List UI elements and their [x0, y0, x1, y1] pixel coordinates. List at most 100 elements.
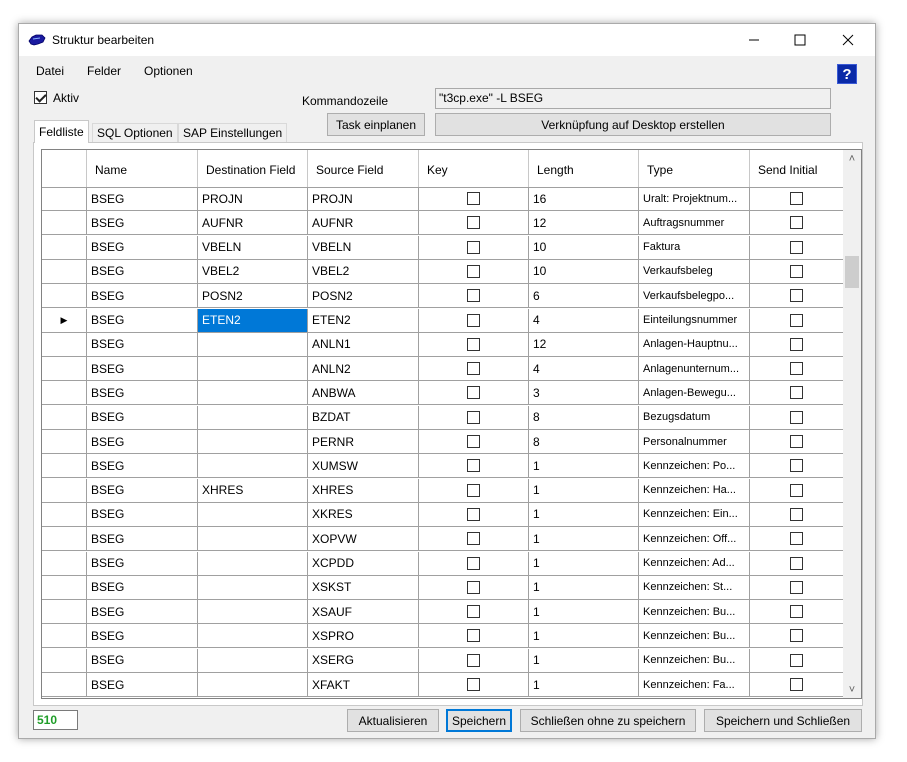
cell-length[interactable]: 6: [529, 284, 639, 308]
header-length[interactable]: Length: [529, 150, 639, 187]
table-row[interactable]: BSEG XSPRO 1 Kennzeichen: Bu...: [42, 624, 843, 649]
row-header[interactable]: [42, 673, 87, 696]
key-checkbox[interactable]: [467, 459, 480, 473]
tab-sql-optionen[interactable]: SQL Optionen: [92, 123, 178, 142]
cell-source-field[interactable]: XCPDD: [308, 551, 419, 575]
cell-name[interactable]: BSEG: [87, 575, 198, 599]
cell-name[interactable]: BSEG: [87, 624, 198, 648]
key-checkbox[interactable]: [467, 629, 480, 643]
cell-destination-field[interactable]: [198, 551, 308, 575]
cell-send-initial[interactable]: [750, 624, 843, 647]
table-row[interactable]: BSEG XSERG 1 Kennzeichen: Bu...: [42, 648, 843, 673]
cell-source-field[interactable]: XOPVW: [308, 527, 419, 551]
send-initial-checkbox[interactable]: [790, 240, 803, 254]
row-header[interactable]: [42, 624, 87, 648]
menu-optionen[interactable]: Optionen: [144, 64, 193, 78]
cell-source-field[interactable]: ANLN2: [308, 357, 419, 381]
cell-type[interactable]: Kennzeichen: Bu...: [639, 648, 750, 672]
save-button[interactable]: Speichern: [446, 709, 512, 732]
cell-source-field[interactable]: BZDAT: [308, 405, 419, 429]
cell-name[interactable]: BSEG: [87, 454, 198, 478]
send-initial-checkbox[interactable]: [790, 216, 803, 230]
cell-send-initial[interactable]: [750, 381, 843, 404]
key-checkbox[interactable]: [467, 410, 480, 424]
cell-type[interactable]: Kennzeichen: Off...: [639, 527, 750, 551]
cell-send-initial[interactable]: [750, 479, 843, 502]
cell-name[interactable]: BSEG: [87, 673, 198, 696]
send-initial-checkbox[interactable]: [790, 362, 803, 376]
row-header[interactable]: [42, 381, 87, 405]
cell-send-initial[interactable]: [750, 552, 843, 575]
cell-length[interactable]: 1: [529, 454, 639, 478]
key-checkbox[interactable]: [467, 240, 480, 254]
save-and-close-button[interactable]: Speichern und Schließen: [704, 709, 862, 732]
cell-type[interactable]: Kennzeichen: Ein...: [639, 502, 750, 526]
row-header[interactable]: [42, 430, 87, 453]
cell-length[interactable]: 4: [529, 357, 639, 381]
cell-name[interactable]: BSEG: [87, 211, 198, 235]
cell-type[interactable]: Kennzeichen: St...: [639, 575, 750, 599]
cell-name[interactable]: BSEG: [87, 600, 198, 624]
cell-source-field[interactable]: XKRES: [308, 502, 419, 526]
send-initial-checkbox[interactable]: [790, 337, 803, 351]
table-row[interactable]: BSEG VBELN VBELN 10 Faktura: [42, 235, 843, 260]
cell-destination-field[interactable]: AUFNR: [198, 211, 308, 235]
cell-send-initial[interactable]: [750, 260, 843, 283]
tab-sap-einstellungen[interactable]: SAP Einstellungen: [178, 123, 288, 142]
cell-key[interactable]: [419, 381, 529, 405]
cell-key[interactable]: [419, 527, 529, 551]
cell-name[interactable]: BSEG: [87, 551, 198, 575]
row-header[interactable]: [42, 405, 87, 429]
minimize-button[interactable]: [731, 24, 777, 56]
cell-destination-field[interactable]: [198, 430, 308, 453]
row-header[interactable]: [42, 527, 87, 551]
header-type[interactable]: Type: [639, 150, 750, 187]
cell-key[interactable]: [419, 235, 529, 259]
cell-length[interactable]: 1: [529, 575, 639, 599]
cell-name[interactable]: BSEG: [87, 405, 198, 429]
cell-length[interactable]: 16: [529, 187, 639, 210]
key-checkbox[interactable]: [467, 507, 480, 521]
key-checkbox[interactable]: [467, 289, 480, 303]
cell-length[interactable]: 1: [529, 502, 639, 526]
cell-type[interactable]: Anlagen-Bewegu...: [639, 381, 750, 405]
send-initial-checkbox[interactable]: [790, 580, 803, 594]
cell-send-initial[interactable]: [750, 649, 843, 672]
cell-send-initial[interactable]: [750, 211, 843, 234]
cell-name[interactable]: BSEG: [87, 478, 198, 502]
table-row[interactable]: BSEG PERNR 8 Personalnummer: [42, 430, 843, 454]
cell-type[interactable]: Anlagen-Hauptnu...: [639, 332, 750, 356]
cell-destination-field[interactable]: [198, 381, 308, 405]
cell-length[interactable]: 4: [529, 308, 639, 332]
scroll-up-icon[interactable]: ˄: [843, 150, 861, 167]
table-row[interactable]: BSEG POSN2 POSN2 6 Verkaufsbelegpo...: [42, 284, 843, 309]
send-initial-checkbox[interactable]: [790, 386, 803, 400]
cell-length[interactable]: 8: [529, 405, 639, 429]
key-checkbox[interactable]: [467, 605, 480, 619]
header-name[interactable]: Name: [87, 150, 198, 187]
cell-destination-field[interactable]: [198, 502, 308, 526]
table-row[interactable]: BSEG XHRES XHRES 1 Kennzeichen: Ha...: [42, 478, 843, 503]
send-initial-checkbox[interactable]: [790, 605, 803, 619]
table-row[interactable]: BSEG VBEL2 VBEL2 10 Verkaufsbeleg: [42, 259, 843, 284]
send-initial-checkbox[interactable]: [790, 653, 803, 667]
key-checkbox[interactable]: [467, 362, 480, 376]
command-field[interactable]: "t3cp.exe" -L BSEG: [435, 88, 831, 109]
send-initial-checkbox[interactable]: [790, 532, 803, 546]
cell-length[interactable]: 1: [529, 551, 639, 575]
cell-name[interactable]: BSEG: [87, 284, 198, 308]
cell-length[interactable]: 10: [529, 259, 639, 283]
row-header[interactable]: [42, 211, 87, 235]
cell-name[interactable]: BSEG: [87, 527, 198, 551]
row-header[interactable]: [42, 284, 87, 308]
send-initial-checkbox[interactable]: [790, 264, 803, 278]
cell-key[interactable]: [419, 478, 529, 502]
cell-key[interactable]: [419, 357, 529, 381]
cell-length[interactable]: 3: [529, 381, 639, 405]
schedule-task-button[interactable]: Task einplanen: [327, 113, 425, 136]
cell-length[interactable]: 1: [529, 478, 639, 502]
cell-name[interactable]: BSEG: [87, 235, 198, 259]
create-shortcut-button[interactable]: Verknüpfung auf Desktop erstellen: [435, 113, 831, 136]
row-header[interactable]: [42, 648, 87, 672]
key-checkbox[interactable]: [467, 532, 480, 546]
